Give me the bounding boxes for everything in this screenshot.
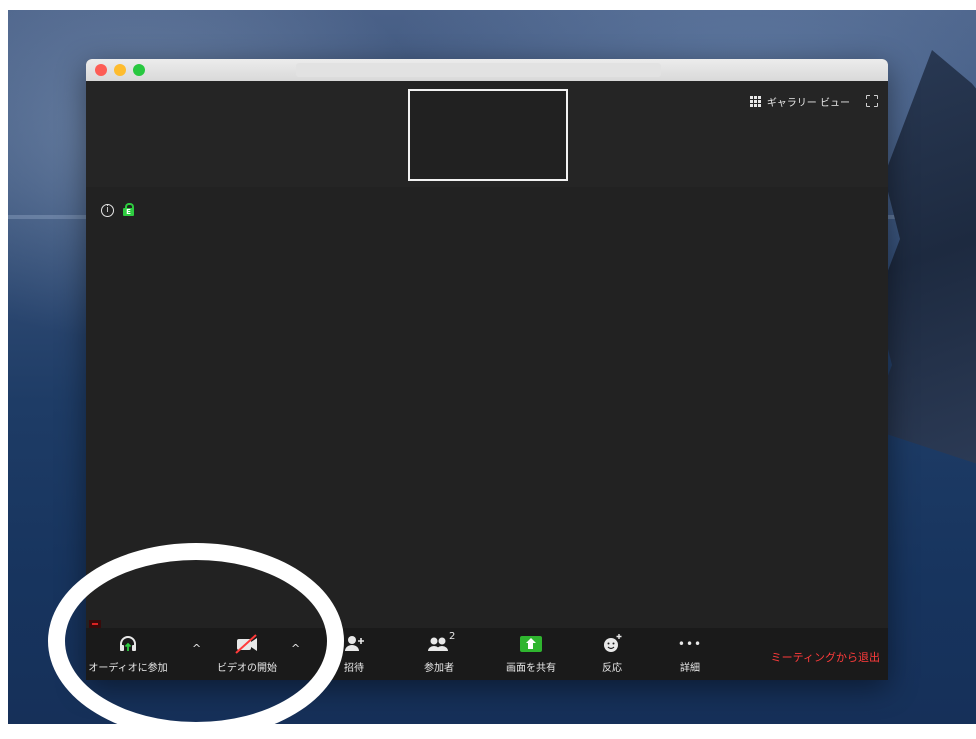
meeting-window: ギャラリー ビュー i E オーディオに参加 ^ ビデオの開始 ^ 招待 2 参… [86,59,888,680]
encryption-lock-icon[interactable]: E [123,203,134,216]
video-off-icon [207,633,287,655]
start-video-label: ビデオの開始 [217,663,277,674]
start-video-button[interactable]: ビデオの開始 [207,633,287,674]
share-screen-label: 画面を共有 [506,663,556,674]
more-button[interactable]: ••• 詳細 [650,633,730,674]
audio-options-chevron-up-icon[interactable]: ^ [192,642,201,655]
reactions-label: 反応 [602,663,622,674]
info-icon[interactable]: i [101,204,114,217]
more-label: 詳細 [680,663,700,674]
meeting-toolbar: オーディオに参加 ^ ビデオの開始 ^ 招待 2 参加者 画面を共有 反応 ••… [86,620,888,680]
invite-button[interactable]: 招待 [314,633,394,674]
minimize-window-button[interactable] [114,64,126,76]
headphone-icon [88,633,168,655]
add-reaction-icon [572,633,652,655]
main-video-area: i E [86,187,888,628]
video-options-chevron-up-icon[interactable]: ^ [291,642,300,655]
invite-label: 招待 [344,663,364,674]
fullscreen-icon[interactable] [865,94,878,107]
video-thumbnail-strip: ギャラリー ビュー [86,81,888,187]
encryption-badge-letter: E [123,208,134,216]
gallery-view-button[interactable]: ギャラリー ビュー [749,94,850,109]
participants-count: 2 [449,631,456,642]
join-audio-label: オーディオに参加 [88,663,168,674]
join-audio-button[interactable]: オーディオに参加 [88,633,168,674]
self-video-thumbnail[interactable] [408,89,568,181]
gallery-view-label: ギャラリー ビュー [766,98,850,109]
leave-meeting-button[interactable]: ミーティングから退出 [771,649,880,665]
participants-label: 参加者 [424,663,454,674]
window-title [296,63,661,77]
more-dots-icon: ••• [677,637,703,651]
share-screen-icon [520,636,542,652]
zoom-window-button[interactable] [133,64,145,76]
share-screen-button[interactable]: 画面を共有 [491,633,571,674]
grid-icon [749,96,761,107]
reactions-button[interactable]: 反応 [572,633,652,674]
participants-button[interactable]: 2 参加者 [399,631,479,674]
muted-indicator-icon [89,620,101,628]
add-user-icon [314,633,394,655]
close-window-button[interactable] [95,64,107,76]
participants-icon: 2 [399,631,479,655]
title-bar [86,59,888,81]
